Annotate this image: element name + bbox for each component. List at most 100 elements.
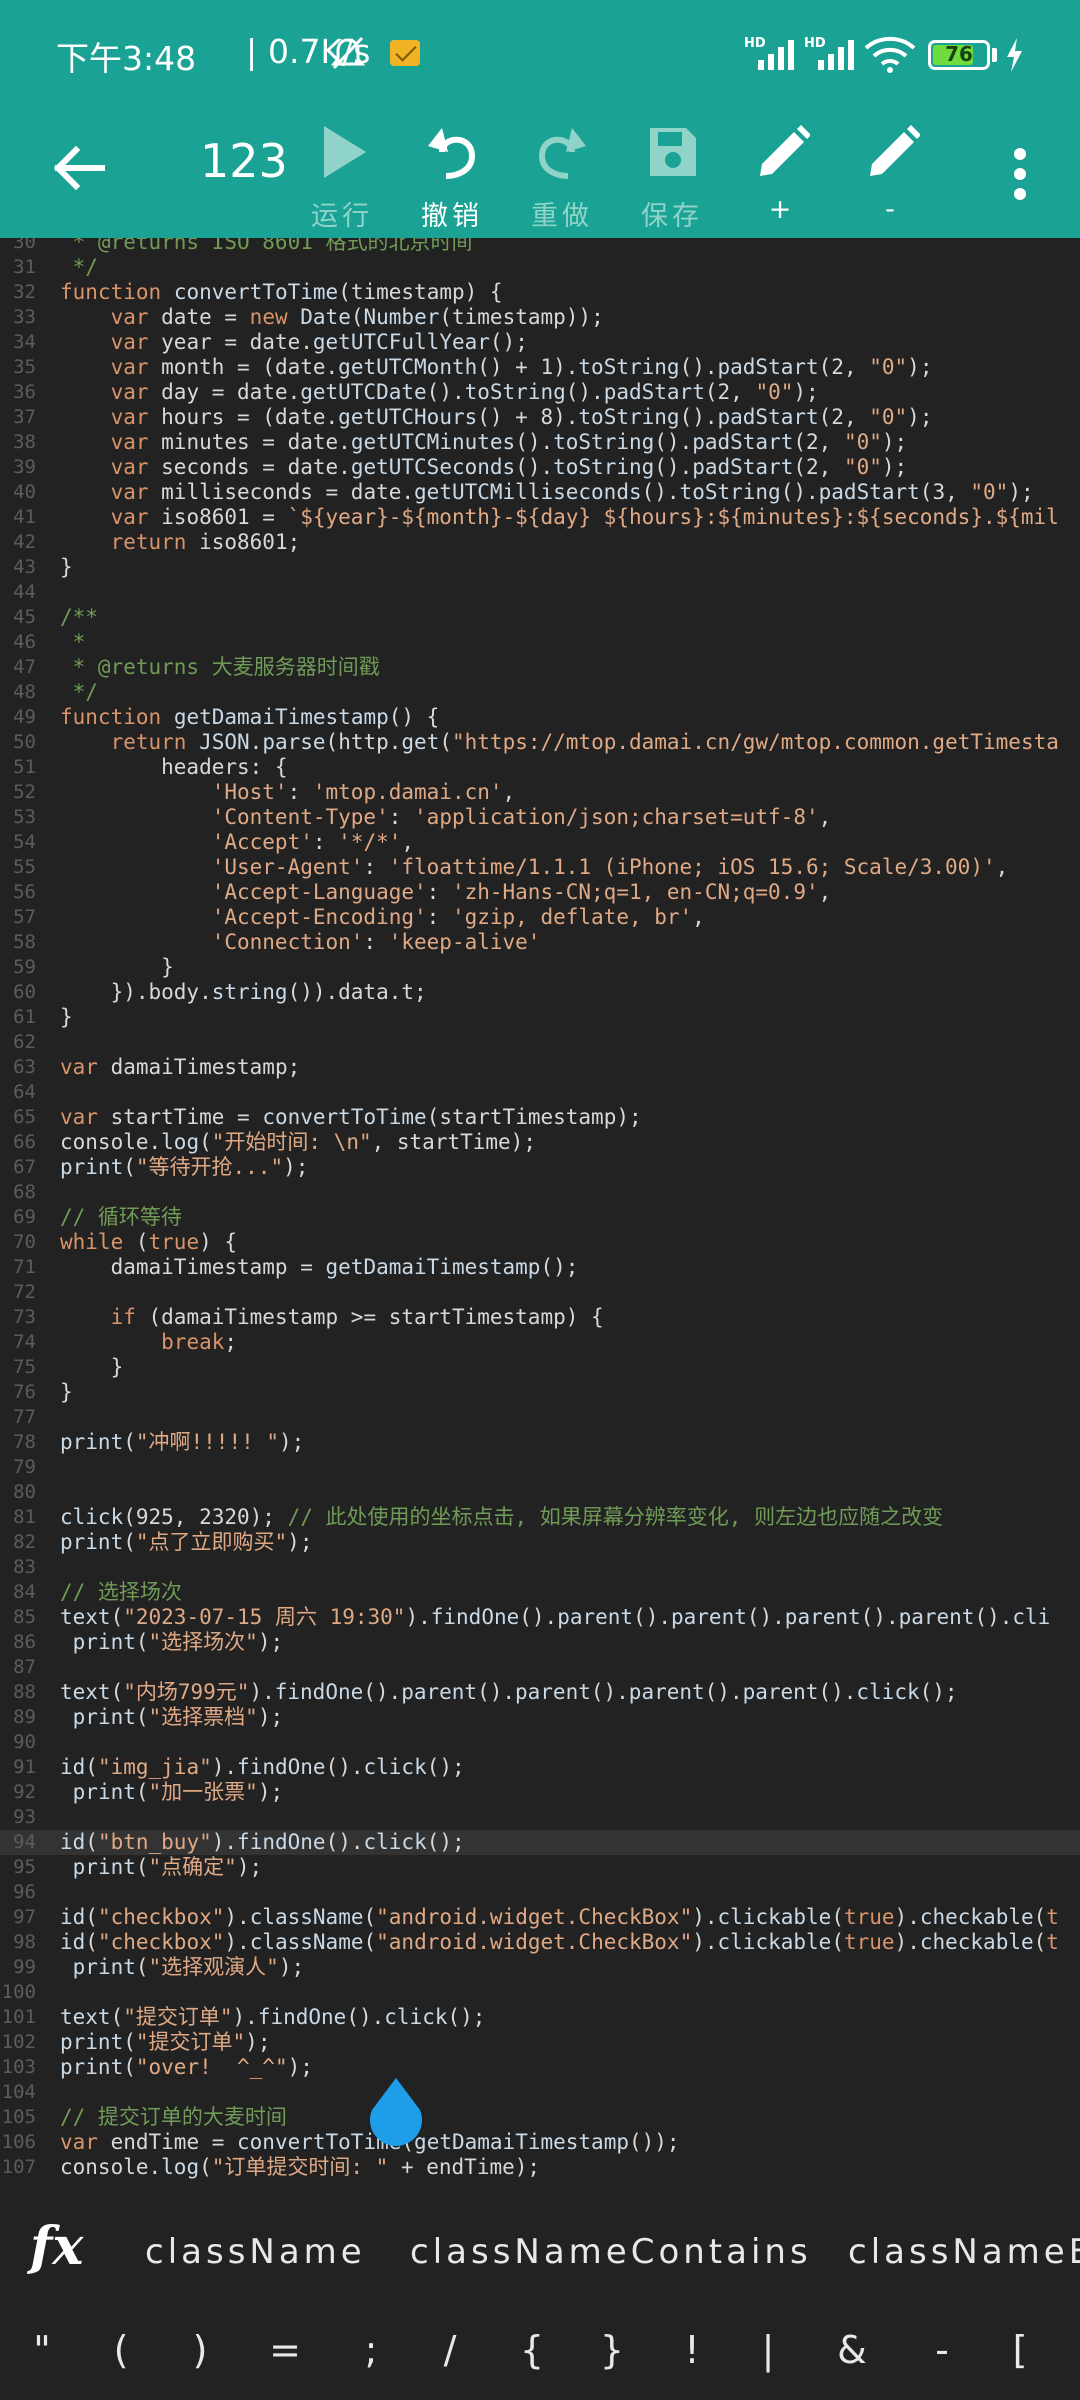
code-line[interactable]: 31 */ [0,255,1080,280]
code-line[interactable]: 51 headers: { [0,755,1080,780]
code-line[interactable]: 53 'Content-Type': 'application/json;cha… [0,805,1080,830]
code-line[interactable]: 47 * @returns 大麦服务器时间戳 [0,655,1080,680]
symbol-key[interactable]: } [587,2328,637,2372]
code-line[interactable]: 73 if (damaiTimestamp >= startTimestamp)… [0,1305,1080,1330]
code-line[interactable]: 40 var milliseconds = date.getUTCMillise… [0,480,1080,505]
symbol-key[interactable]: " [17,2328,67,2372]
code-line[interactable]: 104 [0,2080,1080,2105]
symbol-key[interactable]: { [507,2328,557,2372]
code-line[interactable]: 79 [0,1455,1080,1480]
redo-button[interactable]: 重做 [512,118,612,238]
outdent-button[interactable]: - [842,118,942,238]
code-line[interactable]: 41 var iso8601 = `${year}-${month}-${day… [0,505,1080,530]
code-line[interactable]: 107 console.log("订单提交时间: " + endTime); [0,2155,1080,2180]
code-line[interactable]: 49 function getDamaiTimestamp() { [0,705,1080,730]
code-line[interactable]: 88 text("内场799元").findOne().parent().pare… [0,1680,1080,1705]
code-line[interactable]: 101 text("提交订单").findOne().click(); [0,2005,1080,2030]
code-line[interactable]: 58 'Connection': 'keep-alive' [0,930,1080,955]
code-line[interactable]: 57 'Accept-Encoding': 'gzip, deflate, br… [0,905,1080,930]
code-line[interactable]: 34 var year = date.getUTCFullYear(); [0,330,1080,355]
code-line[interactable]: 30 * @returns ISO 8601 格式的北京时间 [0,238,1080,255]
symbol-key[interactable]: - [917,2328,967,2372]
code-line[interactable]: 93 [0,1805,1080,1830]
code-line[interactable]: 65 var startTime = convertToTime(startTim… [0,1105,1080,1130]
code-line[interactable]: 86 print("选择场次"); [0,1630,1080,1655]
code-line[interactable]: 36 var day = date.getUTCDate().toString(… [0,380,1080,405]
symbol-key[interactable]: [ [995,2328,1045,2372]
code-line[interactable]: 87 [0,1655,1080,1680]
symbol-key[interactable]: | [743,2328,793,2372]
code-line[interactable]: 55 'User-Agent': 'floattime/1.1.1 (iPhon… [0,855,1080,880]
code-line[interactable]: 102 print("提交订单"); [0,2030,1080,2055]
symbol-key[interactable]: / [425,2328,475,2372]
code-line[interactable]: 92 print("加一张票"); [0,1780,1080,1805]
code-line[interactable]: 59 } [0,955,1080,980]
code-line[interactable]: 105 // 提交订单的大麦时间 [0,2105,1080,2130]
code-line[interactable]: 76} [0,1380,1080,1405]
code-line[interactable]: 45 /** [0,605,1080,630]
code-line[interactable]: 54 'Accept': '*/*', [0,830,1080,855]
symbol-key[interactable]: ( [96,2328,146,2372]
code-line[interactable]: 91 id("img_jia").findOne().click(); [0,1755,1080,1780]
code-line[interactable]: 42 return iso8601; [0,530,1080,555]
code-line-current[interactable]: 94 id("btn_buy").findOne().click(); [0,1830,1080,1855]
code-line[interactable]: 77 [0,1405,1080,1430]
code-line[interactable]: 56 'Accept-Language': 'zh-Hans-CN;q=1, e… [0,880,1080,905]
code-line[interactable]: 74 break; [0,1330,1080,1355]
suggestion-item[interactable]: classNameContains [410,2232,812,2272]
code-line[interactable]: 71 damaiTimestamp = getDamaiTimestamp(); [0,1255,1080,1280]
code-line[interactable]: 98 id("checkbox").className("android.widg… [0,1930,1080,1955]
code-line[interactable]: 90 [0,1730,1080,1755]
code-line[interactable]: 52 'Host': 'mtop.damai.cn', [0,780,1080,805]
code-line[interactable]: 48 */ [0,680,1080,705]
code-line[interactable]: 95 print("点确定"); [0,1855,1080,1880]
symbol-key[interactable]: ) [175,2328,225,2372]
back-button[interactable] [40,130,116,206]
suggestion-item[interactable]: classNameEn [848,2232,1080,2272]
indent-button[interactable]: + [732,118,832,238]
code-line[interactable]: 89 print("选择票档"); [0,1705,1080,1730]
code-line[interactable]: 69 // 循环等待 [0,1205,1080,1230]
code-line[interactable]: 64 [0,1080,1080,1105]
code-line[interactable]: 44 [0,580,1080,605]
symbol-key[interactable]: ; [346,2328,396,2372]
code-line[interactable]: 100 [0,1980,1080,2005]
code-line[interactable]: 75 } [0,1355,1080,1380]
code-line[interactable]: 35 var month = (date.getUTCMonth() + 1).… [0,355,1080,380]
undo-button[interactable]: 撤销 [402,118,502,238]
code-editor[interactable]: 30 * @returns ISO 8601 格式的北京时间 31 */32 fun… [0,238,1080,2190]
code-line[interactable]: 84 // 选择场次 [0,1580,1080,1605]
code-line[interactable]: 83 [0,1555,1080,1580]
code-line[interactable]: 82 print("点了立即购买"); [0,1530,1080,1555]
code-line[interactable]: 39 var seconds = date.getUTCSeconds().to… [0,455,1080,480]
code-line[interactable]: 96 [0,1880,1080,1905]
code-line[interactable]: 68 [0,1180,1080,1205]
code-line[interactable]: 81 click(925, 2320); // 此处使用的坐标点击, 如果屏幕分辨… [0,1505,1080,1530]
code-line[interactable]: 72 [0,1280,1080,1305]
more-menu-button[interactable] [996,134,1044,214]
code-line[interactable]: 103 print("over! ^_^"); [0,2055,1080,2080]
code-line[interactable]: 50 return JSON.parse(http.get("https://m… [0,730,1080,755]
code-line[interactable]: 80 [0,1480,1080,1505]
code-line[interactable]: 62 [0,1030,1080,1055]
symbol-key[interactable]: ! [667,2328,717,2372]
code-line[interactable]: 38 var minutes = date.getUTCMinutes().to… [0,430,1080,455]
code-line[interactable]: 67 print("等待开抢..."); [0,1155,1080,1180]
save-button[interactable]: 保存 [622,118,722,238]
code-line[interactable]: 60 }).body.string()).data.t; [0,980,1080,1005]
code-line[interactable]: 70 while (true) { [0,1230,1080,1255]
symbol-key[interactable]: = [260,2328,310,2372]
code-line[interactable]: 85 text("2023-07-15 周六 19:30").findOne().… [0,1605,1080,1630]
code-line[interactable]: 32 function convertToTime(timestamp) { [0,280,1080,305]
symbol-key[interactable]: & [827,2328,877,2372]
code-line[interactable]: 33 var date = new Date(Number(timestamp)… [0,305,1080,330]
code-line[interactable]: 46 * [0,630,1080,655]
text-cursor-handle[interactable] [368,2076,424,2146]
code-line[interactable]: 61} [0,1005,1080,1030]
function-icon[interactable]: fx [30,2216,83,2277]
code-line[interactable]: 43} [0,555,1080,580]
code-line[interactable]: 99 print("选择观演人"); [0,1955,1080,1980]
run-button[interactable]: 运行 [292,118,392,238]
code-line[interactable]: 97 id("checkbox").className("android.widg… [0,1905,1080,1930]
code-line[interactable]: 78 print("冲啊!!!!! "); [0,1430,1080,1455]
